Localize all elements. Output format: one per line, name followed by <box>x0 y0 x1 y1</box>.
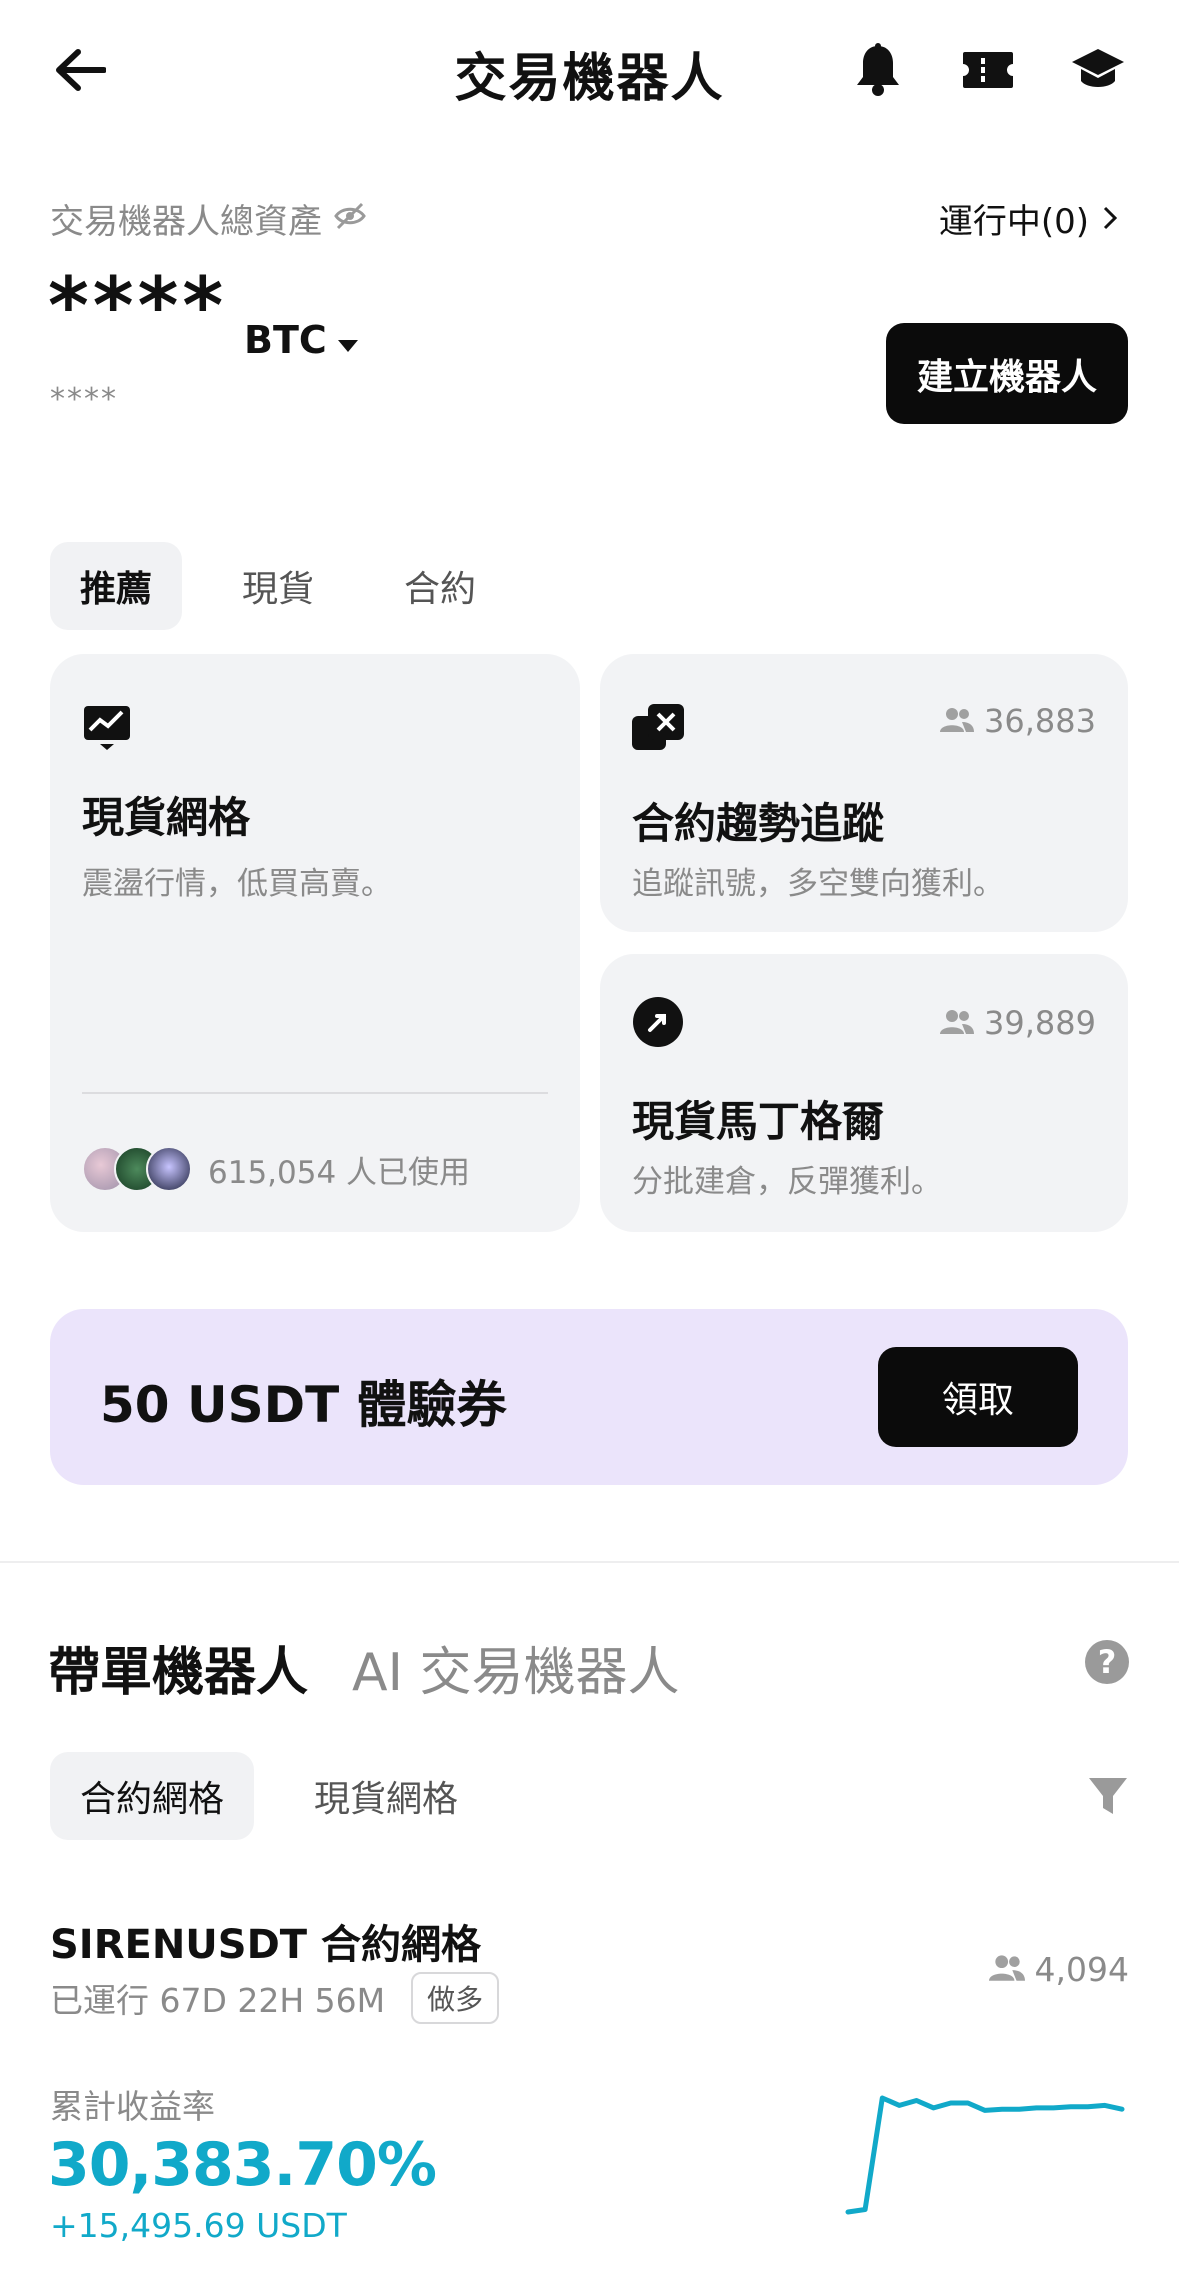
total-assets-sub-value: **** <box>50 382 118 417</box>
futures-trend-users: 36,883 <box>940 702 1096 740</box>
sparkline-series <box>845 2095 1125 2215</box>
spot-martingale-card[interactable]: 39,889 現貨馬丁格爾 分批建倉，反彈獲利。 <box>600 954 1128 1232</box>
user-avatars: 615,054 人已使用 <box>82 1146 470 1192</box>
spot-grid-card[interactable]: 現貨網格 震盪行情，低買高賣。 615,054 人已使用 <box>50 654 580 1232</box>
roi-sparkline <box>845 2095 1125 2215</box>
claim-voucher-button[interactable]: 領取 <box>878 1347 1078 1447</box>
total-assets-value: **** <box>48 262 228 352</box>
users-icon <box>940 702 975 740</box>
tab-spot-grid[interactable]: 現貨網格 <box>284 1752 488 1840</box>
tab-recommended[interactable]: 推薦 <box>50 542 182 630</box>
currency-selector[interactable]: BTC <box>244 318 359 362</box>
bell-icon[interactable] <box>846 38 910 102</box>
users-icon <box>988 1950 1025 1989</box>
futures-trend-title: 合約趨勢追蹤 <box>632 799 885 848</box>
spot-martingale-users: 39,889 <box>940 1004 1096 1042</box>
grid-chart-icon <box>82 702 132 752</box>
card-divider <box>82 1092 548 1094</box>
roi-value: 30,383.70% <box>48 2130 437 2200</box>
spot-grid-users-text: 615,054 人已使用 <box>208 1154 471 1191</box>
avatar <box>146 1146 192 1192</box>
futures-trend-description: 追蹤訊號，多空雙向獲利。 <box>632 866 1004 902</box>
section-divider <box>0 1561 1179 1563</box>
martingale-icon <box>632 996 683 1047</box>
graduation-cap-icon[interactable] <box>1066 38 1130 102</box>
total-assets-label: 交易機器人總資產 <box>50 194 366 243</box>
spot-martingale-description: 分批建倉，反彈獲利。 <box>632 1164 942 1200</box>
tab-ai-bots[interactable]: AI 交易機器人 <box>352 1630 679 1705</box>
voucher-text: 50 USDT 體驗券 <box>100 1376 507 1434</box>
caret-down-icon <box>337 318 359 362</box>
long-badge: 做多 <box>411 1972 500 2024</box>
spot-grid-title: 現貨網格 <box>82 793 251 842</box>
help-icon[interactable]: ? <box>1085 1640 1129 1684</box>
running-bots-link[interactable]: 運行中(0) <box>939 194 1118 243</box>
chevron-right-icon <box>1103 199 1118 239</box>
top-bar: 交易機器人 <box>0 0 1179 140</box>
bot-name[interactable]: SIRENUSDT 合約網格 <box>50 1912 481 1970</box>
users-icon <box>940 1004 975 1042</box>
tab-futures[interactable]: 合約 <box>374 542 506 630</box>
bot-users: 4,094 <box>988 1950 1129 1989</box>
spot-grid-description: 震盪行情，低買高賣。 <box>82 866 392 902</box>
spot-martingale-title: 現貨馬丁格爾 <box>632 1097 885 1146</box>
futures-trend-icon <box>632 702 684 752</box>
tab-copy-bots[interactable]: 帶單機器人 <box>48 1630 308 1705</box>
eye-off-icon[interactable] <box>334 199 366 239</box>
ticket-icon[interactable] <box>956 38 1020 102</box>
pnl-value: +15,495.69 USDT <box>50 2206 347 2245</box>
roi-label: 累計收益率 <box>50 2087 215 2126</box>
tab-futures-grid[interactable]: 合約網格 <box>50 1752 254 1840</box>
create-bot-button[interactable]: 建立機器人 <box>886 323 1128 424</box>
tab-spot[interactable]: 現貨 <box>212 542 344 630</box>
voucher-banner: 50 USDT 體驗券 領取 <box>50 1309 1128 1485</box>
bot-runtime: 已運行 67D 22H 56M 做多 <box>50 1972 500 2024</box>
futures-trend-card[interactable]: 36,883 合約趨勢追蹤 追蹤訊號，多空雙向獲利。 <box>600 654 1128 932</box>
filter-icon[interactable] <box>1087 1776 1129 1816</box>
